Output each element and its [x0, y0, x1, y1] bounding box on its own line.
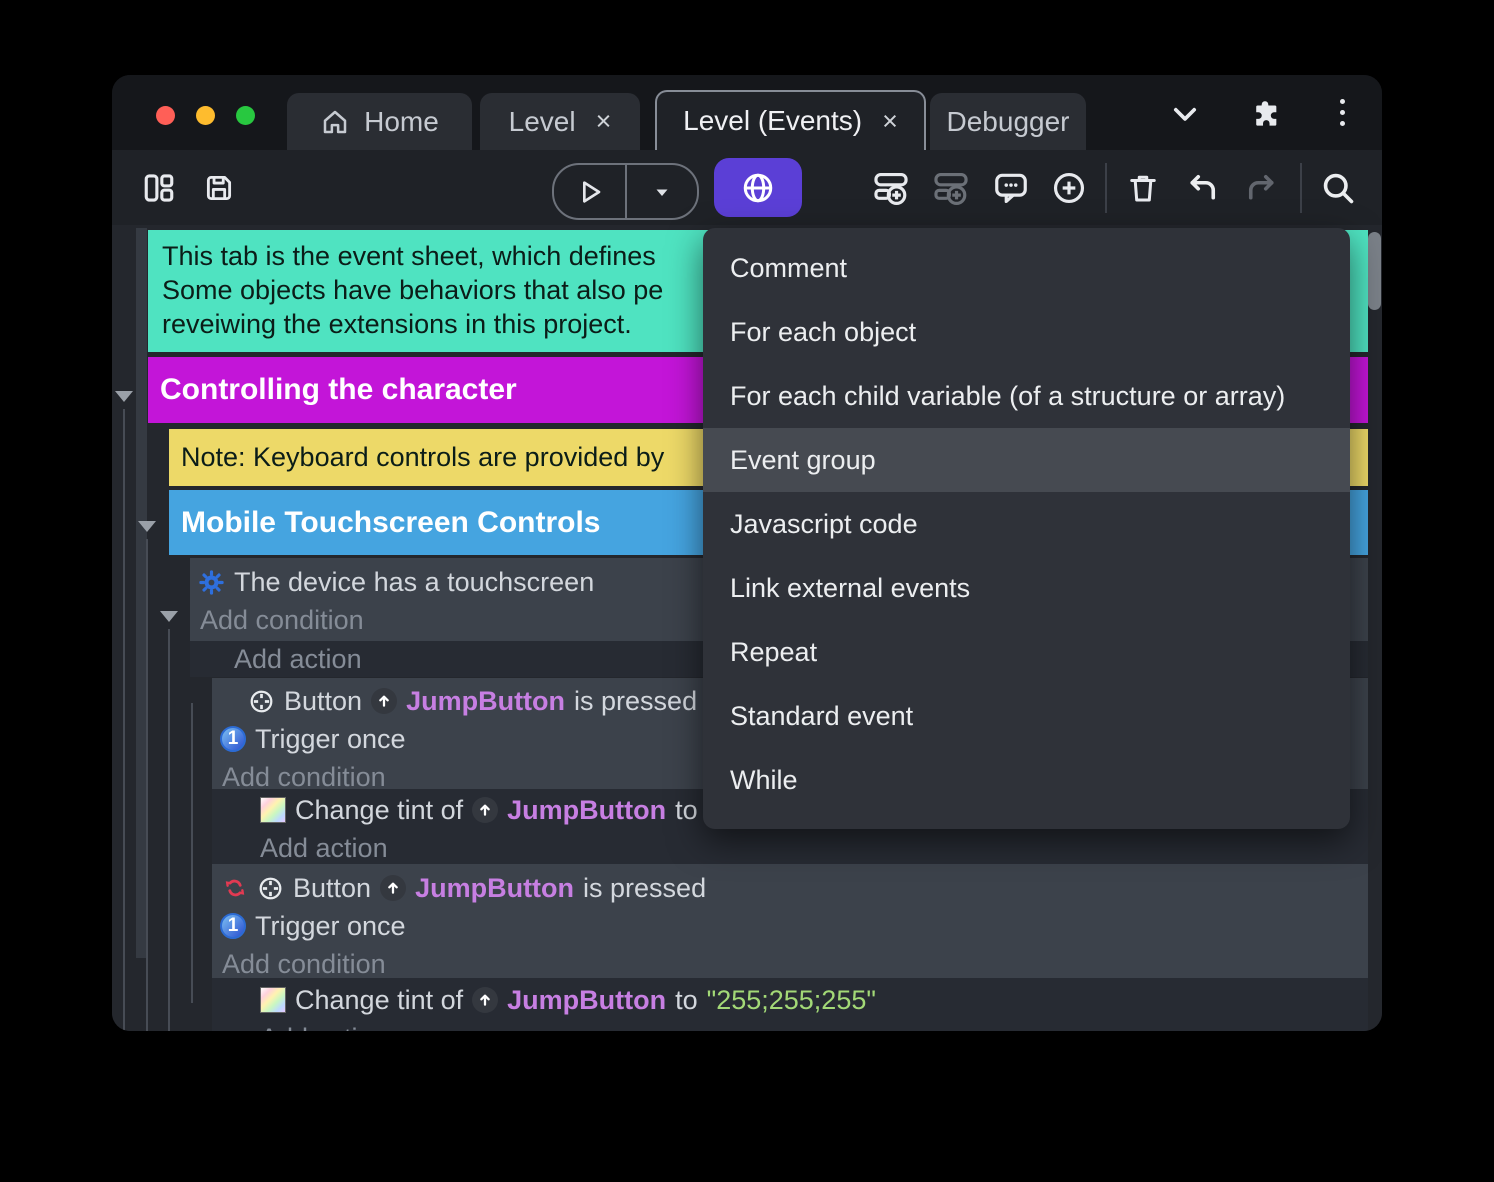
- minimize-window-button[interactable]: [196, 106, 215, 125]
- object-thumbnail-up-arrow-icon: [472, 797, 498, 823]
- preview-split-button: [552, 163, 699, 220]
- project-manager-button[interactable]: [142, 150, 176, 225]
- close-tab-icon[interactable]: ×: [596, 108, 612, 135]
- menu-item-comment[interactable]: Comment: [703, 236, 1350, 300]
- add-event-button[interactable]: [872, 150, 910, 225]
- play-preview-button[interactable]: [554, 165, 625, 218]
- tab-level[interactable]: Level ×: [480, 93, 640, 150]
- tab-bar: Home Level × Level (Events) × Debugger: [112, 75, 1382, 150]
- trigger-once-icon: 1: [220, 913, 246, 939]
- menu-item-while[interactable]: While: [703, 748, 1350, 812]
- gamepad-button-icon: [248, 688, 275, 715]
- object-thumbnail-up-arrow-icon: [380, 875, 406, 901]
- subevent-conditions-block[interactable]: Button JumpButton is pressed 1 Trigger o…: [212, 864, 1368, 978]
- action-text: Change tint of: [295, 795, 463, 826]
- action-text: to: [675, 795, 698, 826]
- tint-color-icon: [260, 797, 286, 823]
- add-comment-button[interactable]: [992, 150, 1030, 225]
- menu-item-javascript-code[interactable]: Javascript code: [703, 492, 1350, 556]
- menu-item-for-each-object[interactable]: For each object: [703, 300, 1350, 364]
- redo-button[interactable]: [1244, 150, 1280, 225]
- condition-text: Button: [293, 873, 371, 904]
- tab-debugger[interactable]: Debugger: [930, 93, 1086, 150]
- menu-item-event-group[interactable]: Event group: [703, 428, 1350, 492]
- globe-icon: [740, 170, 776, 206]
- tint-color-icon: [260, 987, 286, 1013]
- condition-text: is pressed: [574, 686, 697, 717]
- action-text: to: [675, 985, 698, 1016]
- close-tab-icon[interactable]: ×: [882, 108, 898, 135]
- subevent-actions-block[interactable]: Change tint of JumpButton to "255;255;25…: [212, 978, 1368, 1031]
- object-thumbnail-up-arrow-icon: [371, 688, 397, 714]
- debug-network-preview-button[interactable]: [714, 158, 802, 217]
- menu-item-standard-event[interactable]: Standard event: [703, 684, 1350, 748]
- menu-item-link-external-events[interactable]: Link external events: [703, 556, 1350, 620]
- indent-guide: [146, 539, 148, 1031]
- tab-level-events[interactable]: Level (Events) ×: [655, 90, 926, 150]
- zoom-window-button[interactable]: [236, 106, 255, 125]
- add-action-button[interactable]: Add action: [212, 1019, 1368, 1031]
- condition-text: The device has a touchscreen: [234, 567, 594, 598]
- search-button[interactable]: [1320, 150, 1356, 225]
- toolbar-divider: [1300, 163, 1302, 213]
- extensions-puzzle-icon[interactable]: [1248, 97, 1282, 131]
- condition-text: Trigger once: [255, 724, 406, 755]
- desktop: Home Level × Level (Events) × Debugger: [0, 0, 1494, 1182]
- collapse-group-icon[interactable]: [115, 391, 133, 402]
- tab-label: Level: [509, 106, 576, 138]
- save-button[interactable]: [202, 150, 236, 225]
- object-name: JumpButton: [507, 985, 666, 1016]
- action-value: "255;255;255": [707, 985, 876, 1016]
- home-icon: [320, 107, 350, 137]
- note-text: Note: Keyboard controls are provided by: [181, 442, 664, 473]
- add-action-button[interactable]: Add action: [212, 829, 1368, 867]
- add-other-event-button[interactable]: [1050, 150, 1088, 225]
- object-name: JumpButton: [406, 686, 565, 717]
- system-gear-icon: [198, 569, 225, 596]
- inverted-condition-icon: [222, 875, 248, 901]
- object-name: JumpButton: [507, 795, 666, 826]
- collapse-event-icon[interactable]: [160, 611, 178, 622]
- delete-button[interactable]: [1125, 150, 1161, 225]
- group-title: Controlling the character: [160, 373, 517, 407]
- toolbar-divider: [1105, 163, 1107, 213]
- trigger-once-icon: 1: [220, 726, 246, 752]
- menu-item-for-each-child-variable[interactable]: For each child variable (of a structure …: [703, 364, 1350, 428]
- indent-guide: [191, 703, 193, 1003]
- object-name: JumpButton: [415, 873, 574, 904]
- indent-guide: [123, 409, 125, 1031]
- tab-label: Level (Events): [683, 105, 862, 137]
- menu-item-repeat[interactable]: Repeat: [703, 620, 1350, 684]
- preview-options-caret-down-icon[interactable]: [627, 165, 698, 218]
- tab-home[interactable]: Home: [287, 93, 472, 150]
- app-window: Home Level × Level (Events) × Debugger: [112, 75, 1382, 1031]
- condition-text: is pressed: [583, 873, 706, 904]
- tab-label: Debugger: [947, 106, 1070, 138]
- condition-text: Button: [284, 686, 362, 717]
- add-subevent-button[interactable]: [932, 150, 970, 225]
- condition-text: Trigger once: [255, 911, 406, 942]
- collapse-group-icon[interactable]: [138, 521, 156, 532]
- undo-button[interactable]: [1184, 150, 1220, 225]
- tabs-overflow-chevron-down-icon[interactable]: [1168, 97, 1202, 131]
- action-text: Change tint of: [295, 985, 463, 1016]
- indent-guide: [168, 629, 170, 1031]
- close-window-button[interactable]: [156, 106, 175, 125]
- add-event-context-menu: Comment For each object For each child v…: [703, 228, 1350, 829]
- more-options-kebab-icon[interactable]: [1340, 99, 1345, 126]
- object-thumbnail-up-arrow-icon: [472, 987, 498, 1013]
- vertical-scrollbar-thumb[interactable]: [1368, 232, 1381, 310]
- tab-label: Home: [364, 106, 439, 138]
- toolbar: [112, 150, 1382, 225]
- group-title: Mobile Touchscreen Controls: [181, 506, 601, 540]
- gamepad-button-icon: [257, 875, 284, 902]
